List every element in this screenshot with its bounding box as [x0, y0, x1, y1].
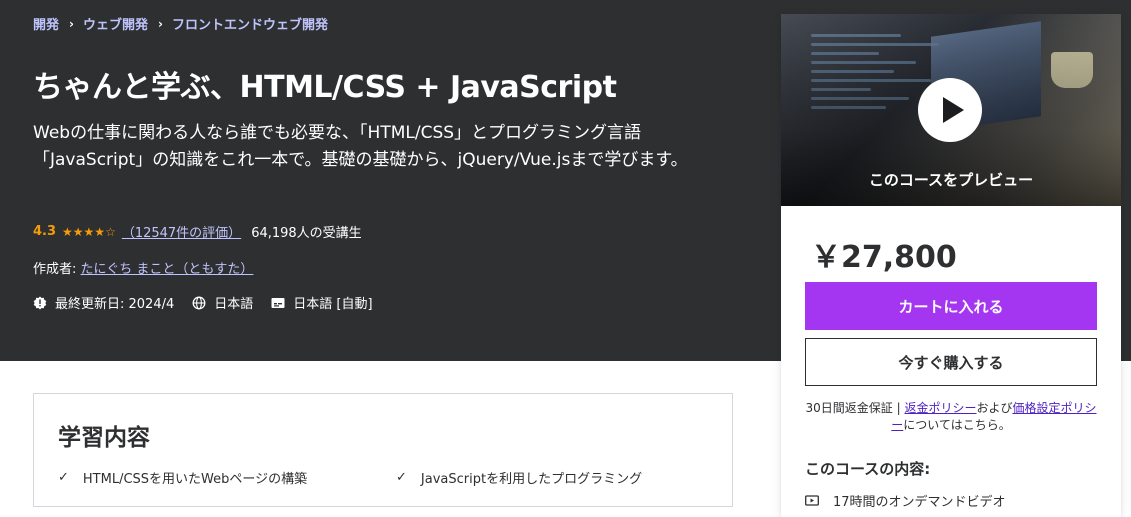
course-meta: 最終更新日: 2024/4 日本語 日本語 [自動]: [33, 293, 391, 312]
course-subtitle: Webの仕事に関わる人なら誰でも必要な、「HTML/CSS」とプログラミング言語…: [33, 123, 688, 170]
language-text: 日本語: [214, 297, 254, 312]
learn-item-text: HTML/CSSを用いたWebページの構築: [82, 472, 308, 487]
rating-count-link[interactable]: （12547件の評価）: [122, 222, 241, 241]
buy-now-button[interactable]: 今すぐ購入する: [805, 338, 1097, 386]
student-count: 64,198人の受講生: [251, 226, 362, 241]
breadcrumb-item-development[interactable]: 開発: [33, 14, 59, 33]
alert-badge-icon: [33, 296, 47, 309]
language: 日本語: [192, 293, 253, 312]
purchase-sidebar: このコースをプレビュー ￥27,800 カートに入れる 今すぐ購入する 30日間…: [781, 14, 1121, 517]
refund-policy: 30日間返金保証 | 返金ポリシーおよび価格設定ポリシーについてはこちら。: [801, 400, 1101, 434]
breadcrumb: 開発 › ウェブ開発 › フロントエンドウェブ開発: [33, 14, 328, 34]
globe-icon: [192, 296, 206, 309]
breadcrumb-item-web-development[interactable]: ウェブ開発: [83, 14, 148, 33]
course-preview[interactable]: このコースをプレビュー: [781, 14, 1121, 206]
chevron-right-icon: ›: [157, 16, 163, 31]
refund-suffix: についてはこちら。: [903, 418, 1011, 432]
author-link[interactable]: たにぐち まこと（ともすた）: [81, 262, 254, 277]
includes-item-text: 17時間のオンデマンドビデオ: [833, 495, 1006, 510]
breadcrumb-item-frontend[interactable]: フロントエンドウェブ開発: [172, 14, 328, 33]
play-icon[interactable]: [918, 78, 982, 142]
learn-item: ✓ HTML/CSSを用いたWebページの構築: [58, 468, 307, 487]
learn-title: 学習内容: [58, 425, 150, 451]
refund-policy-link[interactable]: 返金ポリシー: [904, 401, 976, 415]
refund-prefix: 30日間返金保証 |: [805, 401, 905, 415]
preview-label: このコースをプレビュー: [868, 171, 1034, 189]
author-label: 作成者:: [33, 262, 77, 277]
course-title: ちゃんと学ぶ、HTML/CSS + JavaScript: [33, 70, 617, 105]
learn-item-text: JavaScriptを利用したプログラミング: [420, 472, 643, 487]
what-you-will-learn: 学習内容 ✓ HTML/CSSを用いたWebページの構築 ✓ JavaScrip…: [33, 393, 733, 507]
rating-value: 4.3: [33, 224, 57, 239]
check-icon: ✓: [396, 470, 407, 485]
captions: 日本語 [自動]: [271, 293, 373, 312]
includes-item: 17時間のオンデマンドビデオ: [805, 491, 1006, 510]
course-price: ￥27,800: [811, 240, 957, 275]
check-icon: ✓: [58, 470, 69, 485]
captions-text: 日本語 [自動]: [293, 297, 373, 312]
learn-item: ✓ JavaScriptを利用したプログラミング: [396, 468, 642, 487]
refund-mid: および: [976, 401, 1013, 415]
closed-captions-icon: [271, 297, 285, 308]
rating-row: 4.3 ★★★★☆ （12547件の評価） 64,198人の受講生: [33, 222, 362, 241]
last-updated-text: 最終更新日: 2024/4: [55, 297, 175, 312]
add-to-cart-button[interactable]: カートに入れる: [805, 282, 1097, 330]
video-icon: [805, 494, 819, 506]
author-row: 作成者: たにぐち まこと（ともすた）: [33, 258, 253, 277]
chevron-right-icon: ›: [69, 16, 74, 31]
star-rating-icon: ★★★★☆: [62, 224, 116, 239]
last-updated: 最終更新日: 2024/4: [33, 293, 174, 312]
includes-title: このコースの内容:: [805, 460, 931, 478]
